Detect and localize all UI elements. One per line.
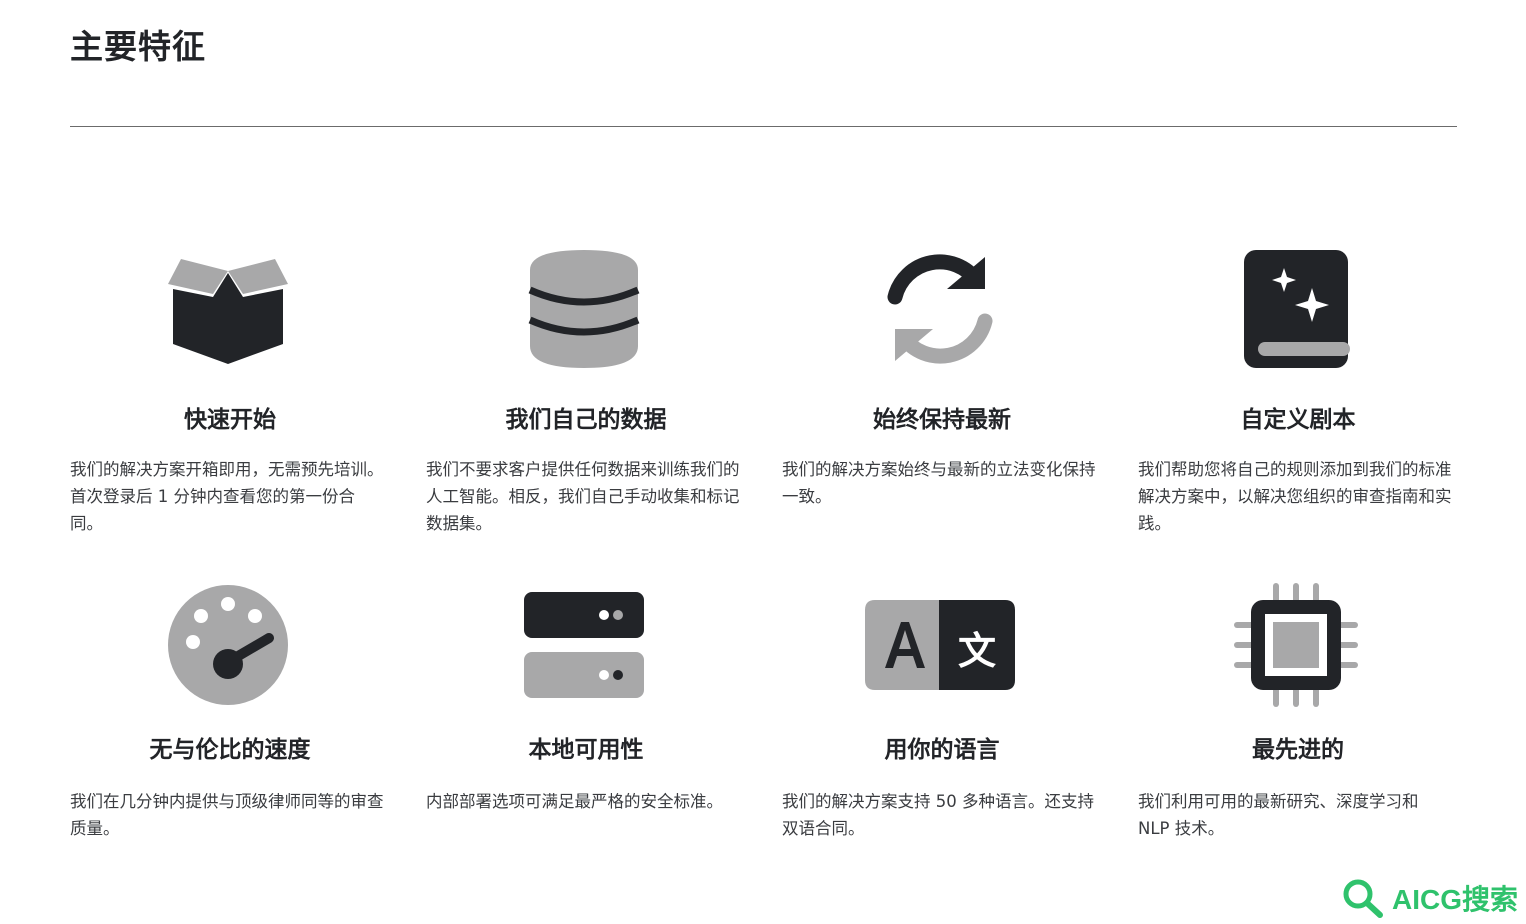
feature-description: 我们利用可用的最新研究、深度学习和 NLP 技术。	[1138, 792, 1419, 838]
feature-title: 本地可用性	[528, 737, 644, 763]
magnifier-icon	[1343, 879, 1383, 918]
speedometer-icon	[68, 580, 388, 710]
feature-description: 我们帮助您将自己的规则添加到我们的标准解决方案中，以解决您组织的审查指南和实践。	[1138, 460, 1452, 533]
divider	[70, 126, 1457, 127]
feature-description: 我们的解决方案始终与最新的立法变化保持一致。	[782, 460, 1096, 506]
database-icon	[424, 244, 744, 374]
feature-title: 自定义剧本	[1240, 407, 1356, 433]
open-box-icon	[68, 244, 388, 374]
feature-title: 我们自己的数据	[505, 407, 667, 433]
feature-description: 我们的解决方案支持 50 多种语言。还支持双语合同。	[782, 792, 1094, 838]
feature-title: 始终保持最新	[873, 407, 1011, 433]
server-icon	[424, 580, 744, 710]
page-title: 主要特征	[70, 27, 206, 66]
feature-description: 内部部署选项可满足最严格的安全标准。	[426, 792, 723, 811]
feature-title: 用你的语言	[884, 737, 1000, 763]
feature-description: 我们的解决方案开箱即用，无需预先培训。首次登录后 1 分钟内查看您的第一份合同。	[70, 460, 384, 533]
feature-title: 快速开始	[184, 407, 276, 433]
feature-description: 我们在几分钟内提供与顶级律师同等的审查质量。	[70, 792, 384, 838]
feature-title: 最先进的	[1252, 737, 1344, 763]
watermark: AICG搜索	[1340, 878, 1518, 918]
refresh-icon	[780, 244, 1100, 374]
cpu-chip-icon	[1136, 580, 1456, 710]
watermark-text: AICG搜索	[1391, 884, 1518, 915]
feature-title: 无与伦比的速度	[149, 737, 311, 763]
translate-icon: 文	[780, 580, 1100, 710]
svg-text:文: 文	[958, 629, 996, 673]
sparkle-book-icon	[1136, 244, 1456, 374]
feature-description: 我们不要求客户提供任何数据来训练我们的人工智能。相反，我们自己手动收集和标记数据…	[426, 460, 740, 533]
